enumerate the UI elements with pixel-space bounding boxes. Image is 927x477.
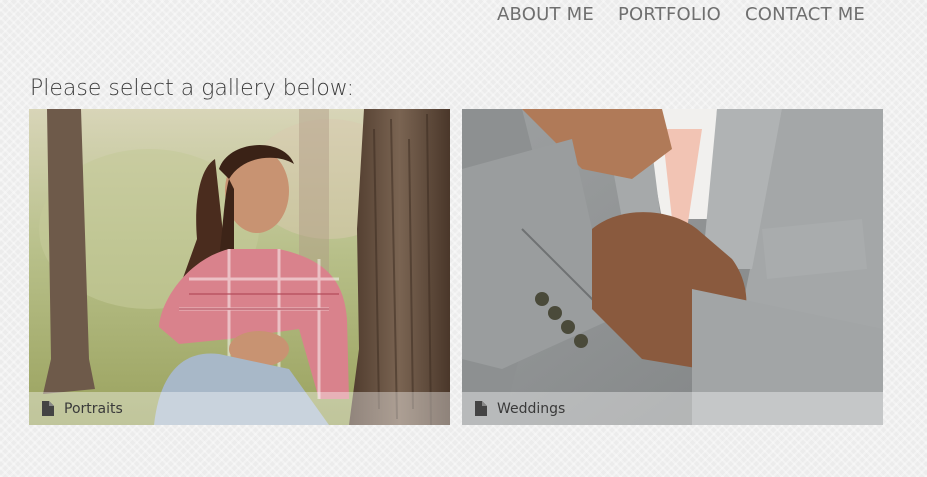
gallery-tile-portraits[interactable]: Portraits	[29, 109, 450, 425]
nav-contact-me[interactable]: CONTACT ME	[745, 4, 865, 26]
gallery-caption-portraits: Portraits	[29, 392, 450, 425]
gallery-caption-weddings: Weddings	[462, 392, 883, 425]
top-nav: ABOUT ME PORTFOLIO CONTACT ME	[497, 4, 865, 26]
page-heading: Please select a gallery below:	[30, 76, 354, 101]
gallery-label-weddings: Weddings	[497, 400, 566, 417]
file-icon	[42, 401, 54, 416]
nav-portfolio[interactable]: PORTFOLIO	[618, 4, 721, 26]
nav-about-me[interactable]: ABOUT ME	[497, 4, 594, 26]
gallery-tile-weddings[interactable]: Weddings	[462, 109, 883, 425]
portraits-photo	[29, 109, 450, 425]
gallery-label-portraits: Portraits	[64, 400, 123, 417]
weddings-photo	[462, 109, 883, 425]
file-icon	[475, 401, 487, 416]
